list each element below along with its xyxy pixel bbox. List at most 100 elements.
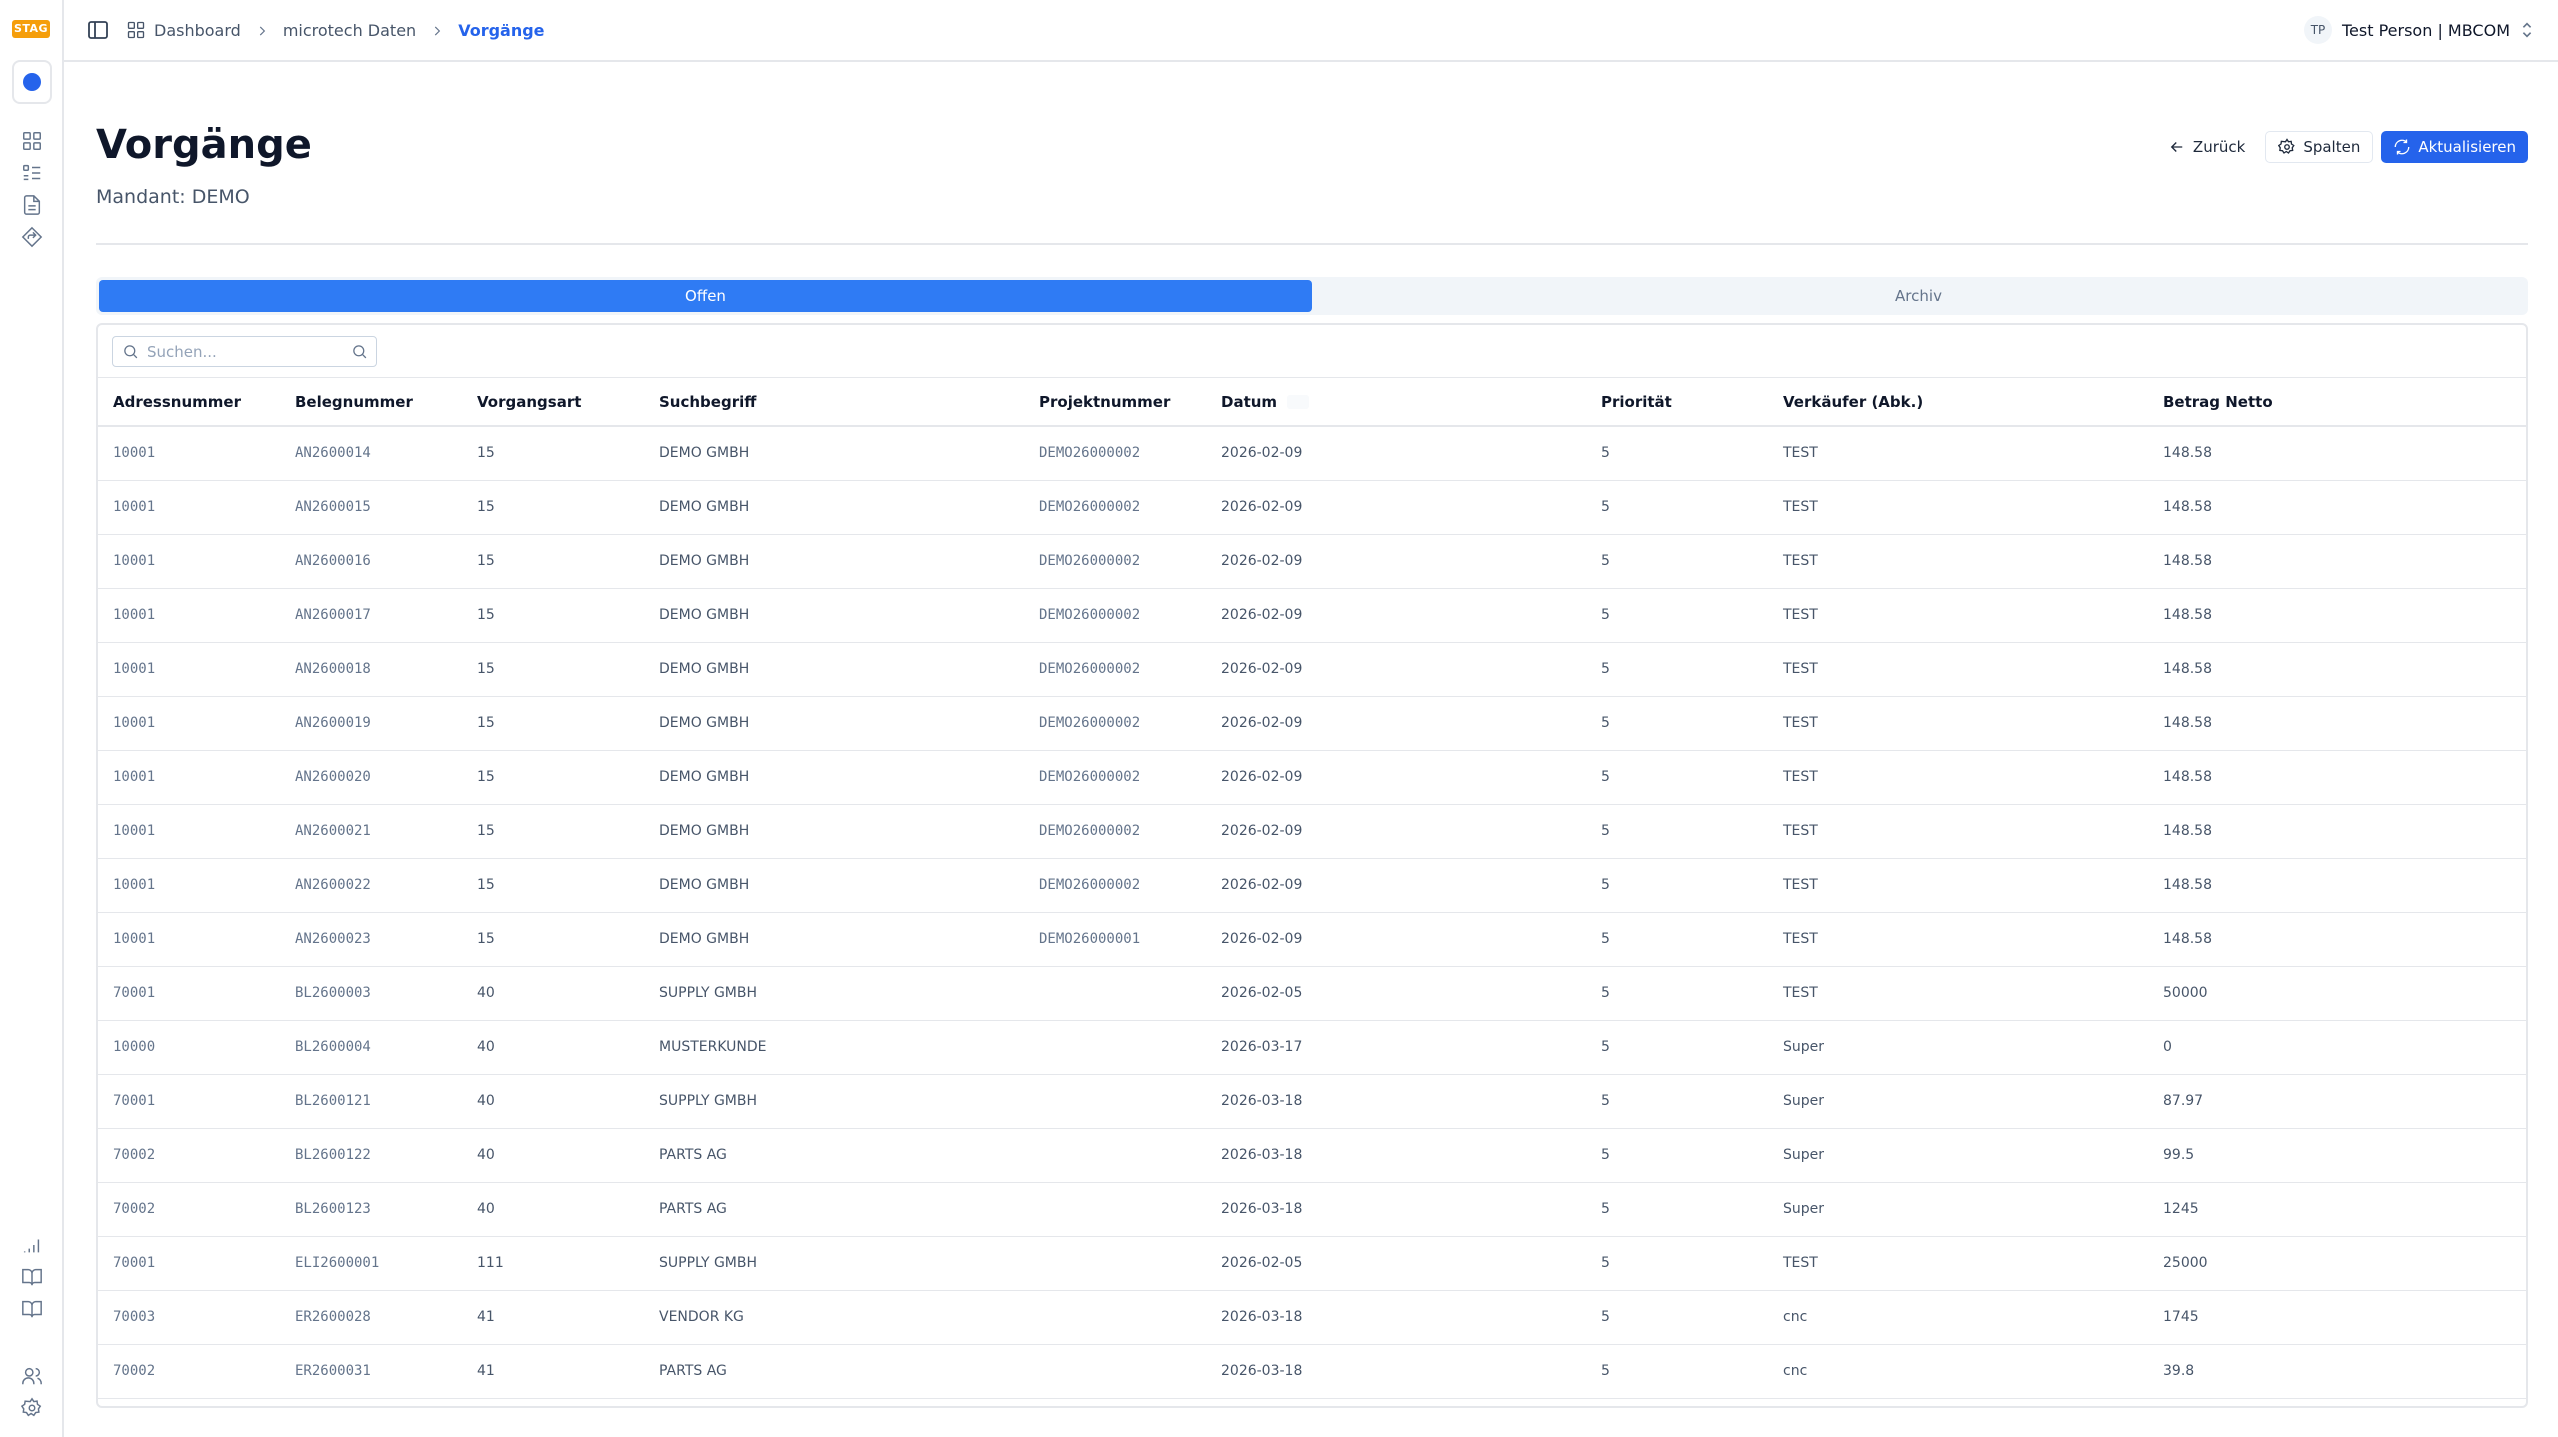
- dashboard-grid-icon[interactable]: [20, 129, 44, 153]
- cell-datum: 2026-02-09: [1206, 750, 1586, 805]
- cell-suchbegriff: DEMO GMBH: [644, 588, 1024, 643]
- table-row[interactable]: 10001 AN2600020 15 DEMO GMBH DEMO26000002 202…: [98, 750, 2526, 805]
- book-icon[interactable]: [20, 1297, 44, 1321]
- breadcrumb-dashboard[interactable]: Dashboard: [126, 20, 241, 40]
- cell-belegnummer: AN2600017: [280, 588, 462, 643]
- table-row[interactable]: 10000 BL2600004 40 MUSTERKUNDE 2026-03-17 5 Su…: [98, 1020, 2526, 1075]
- column-header-projektnummer[interactable]: Projektnummer: [1024, 378, 1206, 427]
- search-input[interactable]: [147, 340, 337, 363]
- cell-adressnummer: 70002: [98, 1128, 280, 1183]
- cell-vorgangsart: 40: [462, 966, 644, 1021]
- column-header-adressnummer[interactable]: Adressnummer: [98, 378, 280, 427]
- app-logo[interactable]: [12, 60, 52, 104]
- cell-projektnummer: DEMO26000002: [1024, 750, 1206, 805]
- cell-vorgangsart: 111: [462, 1236, 644, 1291]
- column-header-suchbegriff[interactable]: Suchbegriff: [644, 378, 1024, 427]
- chevron-right-icon: [255, 23, 269, 37]
- user-menu[interactable]: TP Test Person | MBCOM: [2304, 16, 2534, 44]
- sidebar-toggle-icon[interactable]: [86, 18, 112, 42]
- cell-vorgangsart: 40: [462, 1020, 644, 1075]
- cell-verkaeufer: Super: [1768, 1074, 2148, 1129]
- cell-belegnummer: BL2600004: [280, 1020, 462, 1075]
- table-row[interactable]: 70001 ELI2600001 111 SUPPLY GMBH 2026-02-05 5…: [98, 1236, 2526, 1291]
- cell-verkaeufer: TEST: [1768, 858, 2148, 913]
- cell-prioritaet: 5: [1586, 1236, 1768, 1291]
- column-header-vorgangsart[interactable]: Vorgangsart: [462, 378, 644, 427]
- search-icon: [122, 343, 139, 360]
- cell-belegnummer: AN2600019: [280, 696, 462, 751]
- cell-datum: 2026-02-09: [1206, 426, 1586, 481]
- breadcrumb: Dashboard microtech Daten Vorgänge: [126, 18, 545, 42]
- table-body: 10001 AN2600014 15 DEMO GMBH DEMO26000002 202…: [98, 426, 2526, 1399]
- table-row[interactable]: 70001 BL2600121 40 SUPPLY GMBH 2026-03-18 5 Su…: [98, 1074, 2526, 1129]
- routing-icon[interactable]: [20, 225, 44, 249]
- tab-offen[interactable]: Offen: [99, 280, 1312, 312]
- table-row[interactable]: 70003 ER2600028 41 VENDOR KG 2026-03-18 5 cnc 1…: [98, 1290, 2526, 1345]
- cell-verkaeufer: TEST: [1768, 804, 2148, 859]
- table-row[interactable]: 70002 BL2600122 40 PARTS AG 2026-03-18 5 Super…: [98, 1128, 2526, 1183]
- cell-vorgangsart: 41: [462, 1290, 644, 1345]
- cell-projektnummer: [1024, 966, 1206, 1021]
- refresh-icon: [2394, 139, 2410, 155]
- cell-datum: 2026-03-17: [1206, 1020, 1586, 1075]
- table-row[interactable]: 10001 AN2600014 15 DEMO GMBH DEMO26000002 202…: [98, 426, 2526, 481]
- cell-projektnummer: DEMO26000002: [1024, 696, 1206, 751]
- cell-suchbegriff: DEMO GMBH: [644, 642, 1024, 697]
- table-row[interactable]: 10001 AN2600018 15 DEMO GMBH DEMO26000002 202…: [98, 642, 2526, 697]
- cell-projektnummer: DEMO26000002: [1024, 426, 1206, 481]
- page-title: Vorgänge: [96, 122, 312, 168]
- table-row[interactable]: 70002 BL2600123 40 PARTS AG 2026-03-18 5 Super…: [98, 1182, 2526, 1237]
- signal-bars-icon[interactable]: [20, 1233, 44, 1257]
- table-row[interactable]: 10001 AN2600015 15 DEMO GMBH DEMO26000002 202…: [98, 480, 2526, 535]
- settings-gear-icon[interactable]: [20, 1396, 44, 1420]
- users-icon[interactable]: [20, 1364, 44, 1388]
- cell-prioritaet: 5: [1586, 804, 1768, 859]
- column-header-verkaeufer[interactable]: Verkäufer (Abk.): [1768, 378, 2148, 427]
- back-button-label: Zurück: [2192, 138, 2246, 156]
- book-open-icon[interactable]: [20, 1265, 44, 1289]
- chevron-right-icon: [430, 23, 444, 37]
- icon-rail: STAG: [0, 0, 64, 1437]
- document-icon[interactable]: [20, 193, 44, 217]
- breadcrumb-microtech-daten[interactable]: microtech Daten: [283, 21, 416, 40]
- column-header-belegnummer[interactable]: Belegnummer: [280, 378, 462, 427]
- table-row[interactable]: 70001 BL2600003 40 SUPPLY GMBH 2026-02-05 5 TE…: [98, 966, 2526, 1021]
- cell-adressnummer: 70001: [98, 1074, 280, 1129]
- cell-projektnummer: DEMO26000002: [1024, 588, 1206, 643]
- tab-archiv[interactable]: Archiv: [1312, 280, 2525, 312]
- cell-datum: 2026-02-09: [1206, 804, 1586, 859]
- cell-projektnummer: DEMO26000002: [1024, 804, 1206, 859]
- refresh-button[interactable]: Aktualisieren: [2381, 131, 2528, 163]
- table-row[interactable]: 10001 AN2600023 15 DEMO GMBH DEMO26000001 202…: [98, 912, 2526, 967]
- column-header-datum[interactable]: Datum: [1206, 378, 1586, 427]
- table-row[interactable]: 10001 AN2600017 15 DEMO GMBH DEMO26000002 202…: [98, 588, 2526, 643]
- cell-suchbegriff: VENDOR KG: [644, 1290, 1024, 1345]
- search-submit-icon[interactable]: [351, 343, 368, 360]
- cell-vorgangsart: 15: [462, 804, 644, 859]
- cell-suchbegriff: DEMO GMBH: [644, 750, 1024, 805]
- cell-verkaeufer: TEST: [1768, 696, 2148, 751]
- column-header-betrag-netto[interactable]: Betrag Netto: [2148, 378, 2526, 427]
- table-row[interactable]: 10001 AN2600016 15 DEMO GMBH DEMO26000002 202…: [98, 534, 2526, 589]
- cell-prioritaet: 5: [1586, 966, 1768, 1021]
- cell-prioritaet: 5: [1586, 534, 1768, 589]
- cell-vorgangsart: 15: [462, 480, 644, 535]
- column-header-prioritaet[interactable]: Priorität: [1586, 378, 1768, 427]
- cell-adressnummer: 10001: [98, 426, 280, 481]
- cell-belegnummer: AN2600020: [280, 750, 462, 805]
- list-checks-icon[interactable]: [20, 161, 44, 185]
- columns-button[interactable]: Spalten: [2265, 131, 2374, 163]
- cell-prioritaet: 5: [1586, 588, 1768, 643]
- table-row[interactable]: 10001 AN2600019 15 DEMO GMBH DEMO26000002 202…: [98, 696, 2526, 751]
- cell-vorgangsart: 40: [462, 1128, 644, 1183]
- cell-suchbegriff: DEMO GMBH: [644, 912, 1024, 967]
- cell-verkaeufer: TEST: [1768, 426, 2148, 481]
- table-row[interactable]: 10001 AN2600022 15 DEMO GMBH DEMO26000002 202…: [98, 858, 2526, 913]
- cell-verkaeufer: Super: [1768, 1020, 2148, 1075]
- cell-betrag-netto: 39.8: [2148, 1344, 2526, 1399]
- table-row[interactable]: 70002 ER2600031 41 PARTS AG 2026-03-18 5 cnc 39…: [98, 1344, 2526, 1399]
- cell-suchbegriff: DEMO GMBH: [644, 696, 1024, 751]
- back-button[interactable]: Zurück: [2156, 131, 2257, 163]
- cell-projektnummer: DEMO26000002: [1024, 534, 1206, 589]
- table-row[interactable]: 10001 AN2600021 15 DEMO GMBH DEMO26000002 202…: [98, 804, 2526, 859]
